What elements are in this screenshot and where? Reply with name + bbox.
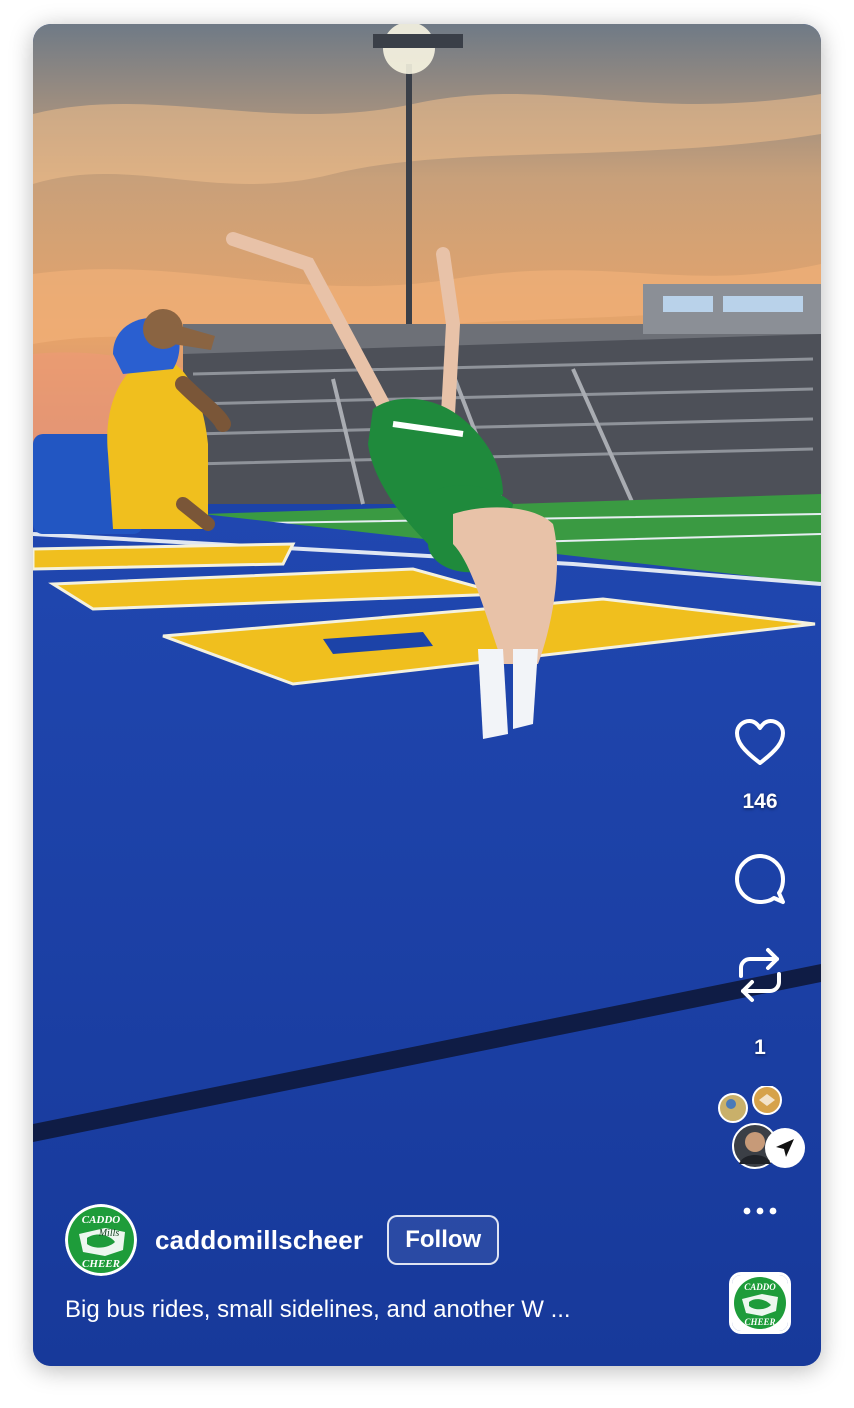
reposts-count[interactable]: 1 bbox=[723, 1036, 797, 1060]
svg-text:Mills: Mills bbox=[98, 1228, 120, 1239]
follow-button[interactable]: Follow bbox=[387, 1215, 500, 1265]
comment-icon bbox=[735, 854, 785, 904]
reel-owner: CADDO Mills CHEER caddomillscheer Follow bbox=[65, 1204, 500, 1276]
reel-video-frame[interactable] bbox=[33, 24, 821, 1366]
more-icon bbox=[743, 1207, 777, 1215]
svg-text:CHEER: CHEER bbox=[82, 1258, 120, 1270]
owner-username[interactable]: caddomillscheer bbox=[155, 1225, 363, 1256]
owner-avatar[interactable]: CADDO Mills CHEER bbox=[65, 1204, 137, 1276]
heart-icon bbox=[735, 719, 785, 765]
send-icon-badge bbox=[765, 1128, 805, 1168]
repost-button[interactable] bbox=[723, 946, 797, 1004]
send-icon bbox=[776, 1139, 794, 1157]
reel-card[interactable]: 146 1 CADDO Mills CHEER caddomillscheer … bbox=[33, 24, 821, 1366]
more-options-button[interactable] bbox=[735, 1196, 785, 1226]
svg-text:CADDO: CADDO bbox=[82, 1214, 121, 1226]
like-button[interactable] bbox=[723, 714, 797, 772]
share-button[interactable] bbox=[717, 1085, 807, 1176]
svg-text:CADDO: CADDO bbox=[744, 1282, 776, 1292]
audio-logo: CADDO CHEER bbox=[732, 1275, 788, 1331]
repost-icon bbox=[739, 948, 781, 1002]
comment-button[interactable] bbox=[723, 850, 797, 908]
original-audio-thumbnail[interactable]: CADDO CHEER bbox=[729, 1272, 791, 1334]
likes-count[interactable]: 146 bbox=[723, 790, 797, 814]
reel-caption[interactable]: Big bus rides, small sidelines, and anot… bbox=[65, 1296, 705, 1324]
caddo-mills-cheer-logo: CADDO Mills CHEER bbox=[65, 1204, 137, 1276]
svg-text:CHEER: CHEER bbox=[744, 1317, 775, 1327]
